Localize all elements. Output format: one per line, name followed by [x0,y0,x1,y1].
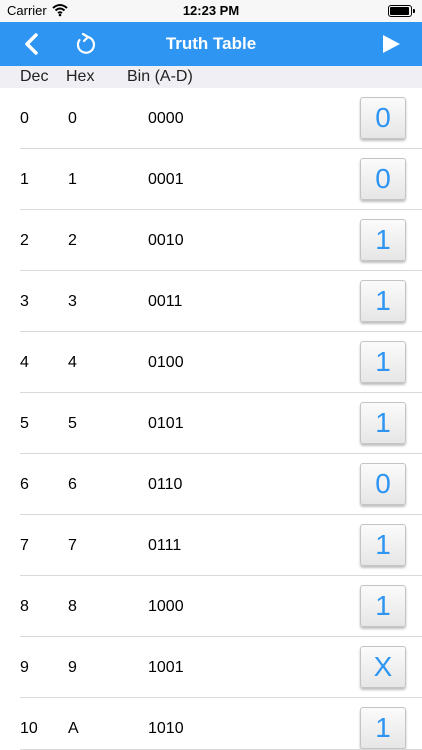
output-value-button[interactable]: X [360,646,406,688]
cell-bin: 0100 [148,354,184,371]
output-value-button[interactable]: 1 [360,280,406,322]
cell-bin: 1010 [148,720,184,737]
cell-dec: 6 [20,476,29,493]
cell-bin: 0110 [148,476,183,493]
navigation-bar: Truth Table [0,22,422,66]
cell-hex: 8 [68,598,77,615]
cell-dec: 5 [20,415,29,432]
cell-dec: 1 [20,171,29,188]
header-bin: Bin (A-D) [127,68,193,85]
table-row: 6 6 0110 0 [0,454,422,515]
output-value-button[interactable]: 1 [360,341,406,383]
cell-hex: 1 [68,171,77,188]
cell-hex: 6 [68,476,77,493]
clock: 12:23 PM [182,3,240,18]
cell-hex: 0 [68,110,77,127]
cell-hex: 5 [68,415,77,432]
output-value-button[interactable]: 1 [360,707,406,749]
table-row: 8 8 1000 1 [0,576,422,637]
cell-dec: 10 [20,720,38,737]
table-header: Dec Hex Bin (A-D) [0,66,422,88]
cell-hex: 9 [68,659,77,676]
cell-dec: 9 [20,659,29,676]
cell-dec: 7 [20,537,29,554]
cell-dec: 2 [20,232,29,249]
cell-bin: 0101 [148,415,184,432]
cell-dec: 4 [20,354,29,371]
cell-bin: 0111 [148,537,182,554]
cell-dec: 3 [20,293,29,310]
table-row: 4 4 0100 1 [0,332,422,393]
cell-bin: 0010 [148,232,184,249]
table-row: 3 3 0011 1 [0,271,422,332]
output-value-button[interactable]: 1 [360,585,406,627]
output-value-button[interactable]: 0 [360,158,406,200]
cell-hex: 3 [68,293,77,310]
cell-hex: A [68,720,79,737]
cell-dec: 0 [20,110,29,127]
output-value-button[interactable]: 1 [360,524,406,566]
output-value-button[interactable]: 1 [360,402,406,444]
table-row: 2 2 0010 1 [0,210,422,271]
cell-hex: 2 [68,232,77,249]
cell-bin: 1000 [148,598,184,615]
battery-icon [388,5,415,17]
cell-dec: 8 [20,598,29,615]
cell-bin: 1001 [148,659,184,676]
header-dec: Dec [20,68,49,85]
cell-bin: 0000 [148,110,184,127]
play-icon[interactable] [380,33,402,55]
output-value-button[interactable]: 0 [360,463,406,505]
status-bar: Carrier 12:23 PM [0,0,422,22]
table-row: 9 9 1001 X [0,637,422,698]
cell-hex: 7 [68,537,77,554]
output-value-button[interactable]: 1 [360,219,406,261]
header-hex: Hex [66,68,95,85]
table-row: 1 1 0001 0 [0,149,422,210]
table-row: 10 A 1010 1 [0,698,422,750]
page-title: Truth Table [165,34,257,53]
cell-bin: 0001 [148,171,184,188]
table-row: 7 7 0111 1 [0,515,422,576]
cell-hex: 4 [68,354,77,371]
table-row: 0 0 0000 0 [0,88,422,149]
table-row: 5 5 0101 1 [0,393,422,454]
cell-bin: 0011 [148,293,183,310]
output-value-button[interactable]: 0 [360,97,406,139]
